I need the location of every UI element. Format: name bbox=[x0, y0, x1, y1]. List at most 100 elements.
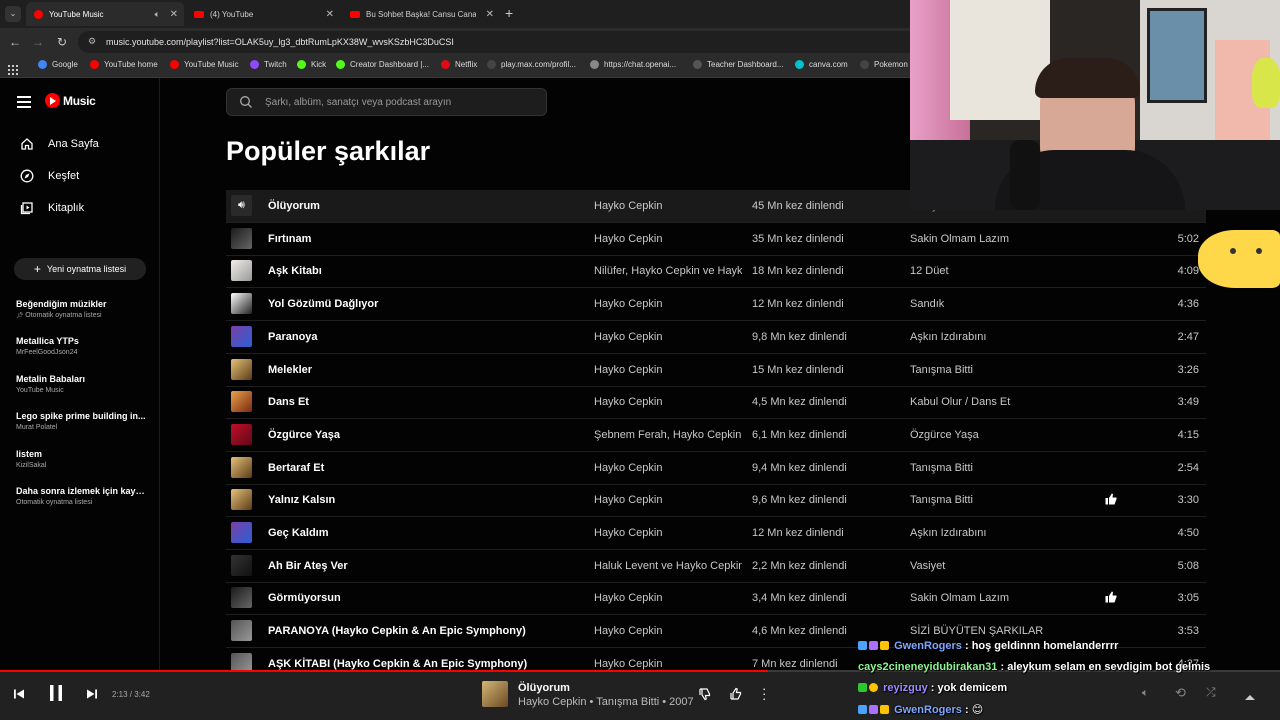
track-album[interactable]: Sandık bbox=[910, 298, 944, 310]
new-playlist-button[interactable]: + Yeni oynatma listesi bbox=[14, 258, 146, 280]
bookmark-item[interactable]: Creator Dashboard |... bbox=[336, 60, 429, 69]
track-title[interactable]: Özgürce Yaşa bbox=[268, 429, 340, 441]
track-thumbnail[interactable] bbox=[231, 522, 252, 543]
track-artist[interactable]: Şebnem Ferah, Hayko Cepkin, Bülent Ortaç… bbox=[594, 429, 742, 441]
track-artist[interactable]: Hayko Cepkin bbox=[594, 298, 742, 310]
track-artist[interactable]: Hayko Cepkin bbox=[594, 396, 742, 408]
track-row[interactable]: Görmüyorsun Hayko Cepkin 3,4 Mn kez dinlen… bbox=[226, 582, 1206, 616]
track-artist[interactable]: Hayko Cepkin bbox=[594, 494, 742, 506]
nav-home[interactable]: Ana Sayfa bbox=[20, 137, 99, 151]
volume-icon[interactable]: 🔈︎ bbox=[1142, 687, 1149, 700]
track-thumbnail[interactable] bbox=[231, 227, 252, 249]
tab-search-button[interactable]: ⌄ bbox=[5, 6, 21, 22]
track-artist[interactable]: Hayko Cepkin bbox=[594, 527, 742, 539]
next-icon[interactable] bbox=[86, 687, 98, 705]
track-thumbnail[interactable] bbox=[231, 325, 252, 347]
track-album[interactable]: Sakin Olmam Lazım bbox=[910, 233, 1009, 245]
back-icon[interactable]: ← bbox=[8, 35, 22, 49]
new-tab-button[interactable]: + bbox=[505, 5, 513, 21]
track-album[interactable]: Tanışma Bitti bbox=[910, 462, 973, 474]
address-bar[interactable]: ⚙︎ music.youtube.com/playlist?list=OLAK5… bbox=[78, 31, 928, 53]
track-album[interactable]: Kabul Olur / Dans Et bbox=[910, 396, 1010, 408]
track-thumbnail[interactable] bbox=[231, 620, 252, 642]
track-row[interactable]: Bertaraf Et Hayko Cepkin 9,4 Mn kez dinlen… bbox=[226, 452, 1206, 485]
close-tab-icon[interactable]: ✕ bbox=[486, 9, 494, 20]
forward-icon[interactable]: → bbox=[31, 35, 45, 49]
tab-youtube[interactable]: (4) YouTube ✕ bbox=[186, 2, 340, 26]
liked-thumb-icon[interactable] bbox=[1104, 492, 1118, 509]
youtube-music-logo[interactable]: Music bbox=[45, 93, 96, 108]
track-title[interactable]: Görmüyorsun bbox=[268, 592, 341, 604]
sidebar-playlist-item[interactable]: Daha sonra izlemek için kayd... Otomatik … bbox=[16, 486, 148, 506]
track-title[interactable]: Ölüyorum bbox=[268, 200, 320, 212]
bookmark-item[interactable]: Kick bbox=[297, 60, 326, 69]
track-row[interactable]: Yalnız Kalsın Hayko Cepkin 9,6 Mn kez dinl… bbox=[226, 484, 1206, 518]
bookmark-item[interactable]: YouTube Music bbox=[170, 60, 239, 69]
track-album[interactable]: Sakin Olmam Lazım bbox=[910, 592, 1009, 604]
bookmark-item[interactable]: canva.com bbox=[795, 60, 848, 69]
track-album[interactable]: Aşkın Izdırabını bbox=[910, 331, 986, 343]
track-artist[interactable]: Hayko Cepkin bbox=[594, 233, 742, 245]
track-title[interactable]: Yol Gözümü Dağlıyor bbox=[268, 298, 378, 310]
track-thumbnail[interactable] bbox=[231, 587, 252, 609]
close-tab-icon[interactable]: ✕ bbox=[326, 9, 334, 20]
track-thumbnail[interactable] bbox=[231, 358, 252, 380]
close-tab-icon[interactable]: ✕ bbox=[170, 9, 178, 20]
track-thumbnail[interactable] bbox=[231, 293, 252, 315]
track-row[interactable]: Yol Gözümü Dağlıyor Hayko Cepkin 12 Mn kez… bbox=[226, 288, 1206, 322]
track-thumbnail[interactable] bbox=[231, 456, 252, 478]
sidebar-playlist-item[interactable]: listem KizilSakal bbox=[16, 449, 148, 469]
track-album[interactable]: Aşkın Izdırabını bbox=[910, 527, 986, 539]
nav-explore[interactable]: Keşfet bbox=[20, 169, 79, 183]
track-row[interactable]: Dans Et Hayko Cepkin 4,5 Mn kez dinlendi Ka… bbox=[226, 386, 1206, 420]
track-title[interactable]: Melekler bbox=[268, 364, 312, 376]
now-playing-title[interactable]: Ölüyorum bbox=[518, 682, 570, 694]
apps-grid-icon[interactable] bbox=[8, 62, 18, 75]
track-album[interactable]: Tanışma Bitti bbox=[910, 494, 973, 506]
bookmark-item[interactable]: YouTube home bbox=[90, 60, 158, 69]
site-info-icon[interactable]: ⚙︎ bbox=[88, 36, 96, 47]
track-thumbnail[interactable] bbox=[231, 423, 252, 445]
sidebar-playlist-item[interactable]: Beğendiğim müzikler 📌︎ Otomatik oynatma l… bbox=[16, 299, 148, 319]
track-thumbnail[interactable] bbox=[231, 391, 252, 413]
track-artist[interactable]: Hayko Cepkin bbox=[594, 462, 742, 474]
tab-youtube-music[interactable]: YouTube Music 🔈︎ ✕ bbox=[26, 2, 184, 26]
shuffle-icon[interactable]: ⤮ bbox=[1206, 685, 1216, 700]
bookmark-item[interactable]: Google bbox=[38, 60, 78, 69]
track-artist[interactable]: Hayko Cepkin bbox=[594, 364, 742, 376]
track-album[interactable]: Tanışma Bitti bbox=[910, 364, 973, 376]
bookmark-item[interactable]: https://chat.openai... bbox=[590, 60, 676, 69]
menu-icon[interactable] bbox=[17, 96, 31, 108]
track-row[interactable]: Fırtınam Hayko Cepkin 35 Mn kez dinlendi Sa… bbox=[226, 223, 1206, 256]
track-title[interactable]: AŞK KİTABI (Hayko Cepkin & An Epic Symph… bbox=[268, 658, 527, 670]
more-options-icon[interactable]: · · · bbox=[762, 682, 766, 705]
track-artist[interactable]: Haluk Levent ve Hayko Cepkin bbox=[594, 560, 742, 572]
track-artist[interactable]: Nilüfer, Hayko Cepkin ve Hayko Cepkin bbox=[594, 265, 742, 277]
track-thumbnail[interactable] bbox=[231, 554, 252, 576]
track-album[interactable]: 12 Düet bbox=[910, 265, 949, 277]
tab-video[interactable]: Bu Sohbet Başka! Cansu Canan ✕ bbox=[342, 2, 500, 26]
track-thumbnail[interactable] bbox=[231, 489, 252, 511]
track-artist[interactable]: Hayko Cepkin bbox=[594, 200, 742, 212]
previous-icon[interactable] bbox=[13, 687, 25, 705]
track-row[interactable]: Aşk Kitabı Nilüfer, Hayko Cepkin ve Hayko… bbox=[226, 255, 1206, 289]
sidebar-playlist-item[interactable]: Metalin Babaları YouTube Music bbox=[16, 374, 148, 394]
track-artist[interactable]: Hayko Cepkin bbox=[594, 658, 742, 670]
track-artist[interactable]: Hayko Cepkin bbox=[594, 331, 742, 343]
track-album[interactable]: SİZİ BÜYÜTEN ŞARKILAR bbox=[910, 625, 1043, 637]
reload-icon[interactable]: ↻ bbox=[55, 35, 69, 49]
bookmark-item[interactable]: Twitch bbox=[250, 60, 287, 69]
track-row[interactable]: Ah Bir Ateş Ver Haluk Levent ve Hayko Cep… bbox=[226, 550, 1206, 583]
bookmark-item[interactable]: play.max.com/profil... bbox=[487, 60, 576, 69]
expand-queue-icon[interactable] bbox=[1244, 688, 1256, 706]
track-title[interactable]: Fırtınam bbox=[268, 233, 311, 245]
track-artist[interactable]: Hayko Cepkin bbox=[594, 625, 742, 637]
repeat-icon[interactable]: ⟲ bbox=[1175, 685, 1186, 701]
track-title[interactable]: Yalnız Kalsın bbox=[268, 494, 335, 506]
track-artist[interactable]: Hayko Cepkin bbox=[594, 592, 742, 604]
dislike-icon[interactable] bbox=[698, 687, 712, 706]
speaker-playing-icon[interactable]: 🔊︎ bbox=[231, 195, 252, 216]
sidebar-playlist-item[interactable]: Lego spike prime building in... Murat Pol… bbox=[16, 411, 148, 431]
track-album[interactable]: Vasiyet bbox=[910, 560, 945, 572]
track-row[interactable]: Geç Kaldım Hayko Cepkin 12 Mn kez dinlendi… bbox=[226, 517, 1206, 550]
